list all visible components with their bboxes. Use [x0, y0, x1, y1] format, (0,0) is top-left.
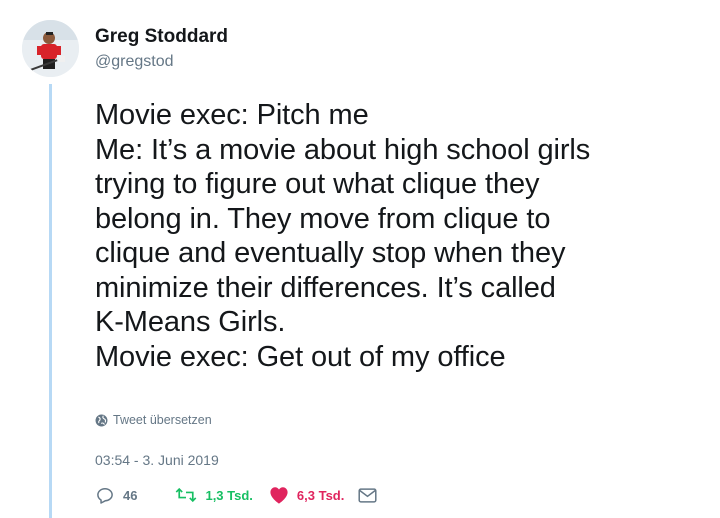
- like-count: 6,3 Tsd.: [296, 487, 345, 503]
- translate-label[interactable]: Tweet übersetzen: [113, 413, 212, 427]
- tweet-header: Greg Stoddard @gregstod: [95, 26, 228, 72]
- like-button[interactable]: 6,3 Tsd.: [269, 486, 344, 504]
- direct-message-button[interactable]: [358, 487, 377, 503]
- globe-icon: [95, 414, 108, 427]
- user-handle[interactable]: @gregstod: [95, 52, 228, 72]
- tweet-line: Me: It’s a movie about high school girls: [95, 133, 591, 166]
- translate-tweet-link[interactable]: Tweet übersetzen: [95, 413, 212, 427]
- heart-icon: [269, 486, 289, 504]
- retweet-button[interactable]: 1,3 Tsd.: [175, 486, 253, 504]
- user-name[interactable]: Greg Stoddard: [95, 26, 228, 48]
- action-bar: 46 1,3 Tsd. 6,3 Tsd.: [95, 483, 377, 507]
- reply-count: 46: [123, 487, 138, 503]
- avatar-photo: [22, 20, 79, 77]
- direct-message-icon: [358, 487, 377, 503]
- tweet-line: K-Means Girls.: [95, 306, 286, 338]
- avatar[interactable]: [22, 20, 79, 77]
- retweet-count: 1,3 Tsd.: [205, 487, 253, 503]
- tweet-line: belong in. They move from clique to: [95, 202, 551, 235]
- tweet-text: Movie exec: Pitch me Me: It’s a movie ab…: [95, 98, 695, 374]
- tweet-line: clique and eventually stop when they: [95, 237, 566, 269]
- reply-button[interactable]: 46: [95, 486, 137, 505]
- retweet-icon: [175, 486, 197, 504]
- reply-icon: [95, 486, 115, 505]
- tweet-line: Movie exec: Get out of my office: [95, 340, 506, 373]
- tweet-timestamp[interactable]: 03:54 - 3. Juni 2019: [95, 452, 219, 468]
- thread-line: [49, 84, 52, 518]
- tweet-line: trying to figure out what clique they: [95, 168, 540, 200]
- tweet-line: minimize their differences. It’s called: [95, 271, 556, 304]
- tweet-line: Movie exec: Pitch me: [95, 99, 369, 131]
